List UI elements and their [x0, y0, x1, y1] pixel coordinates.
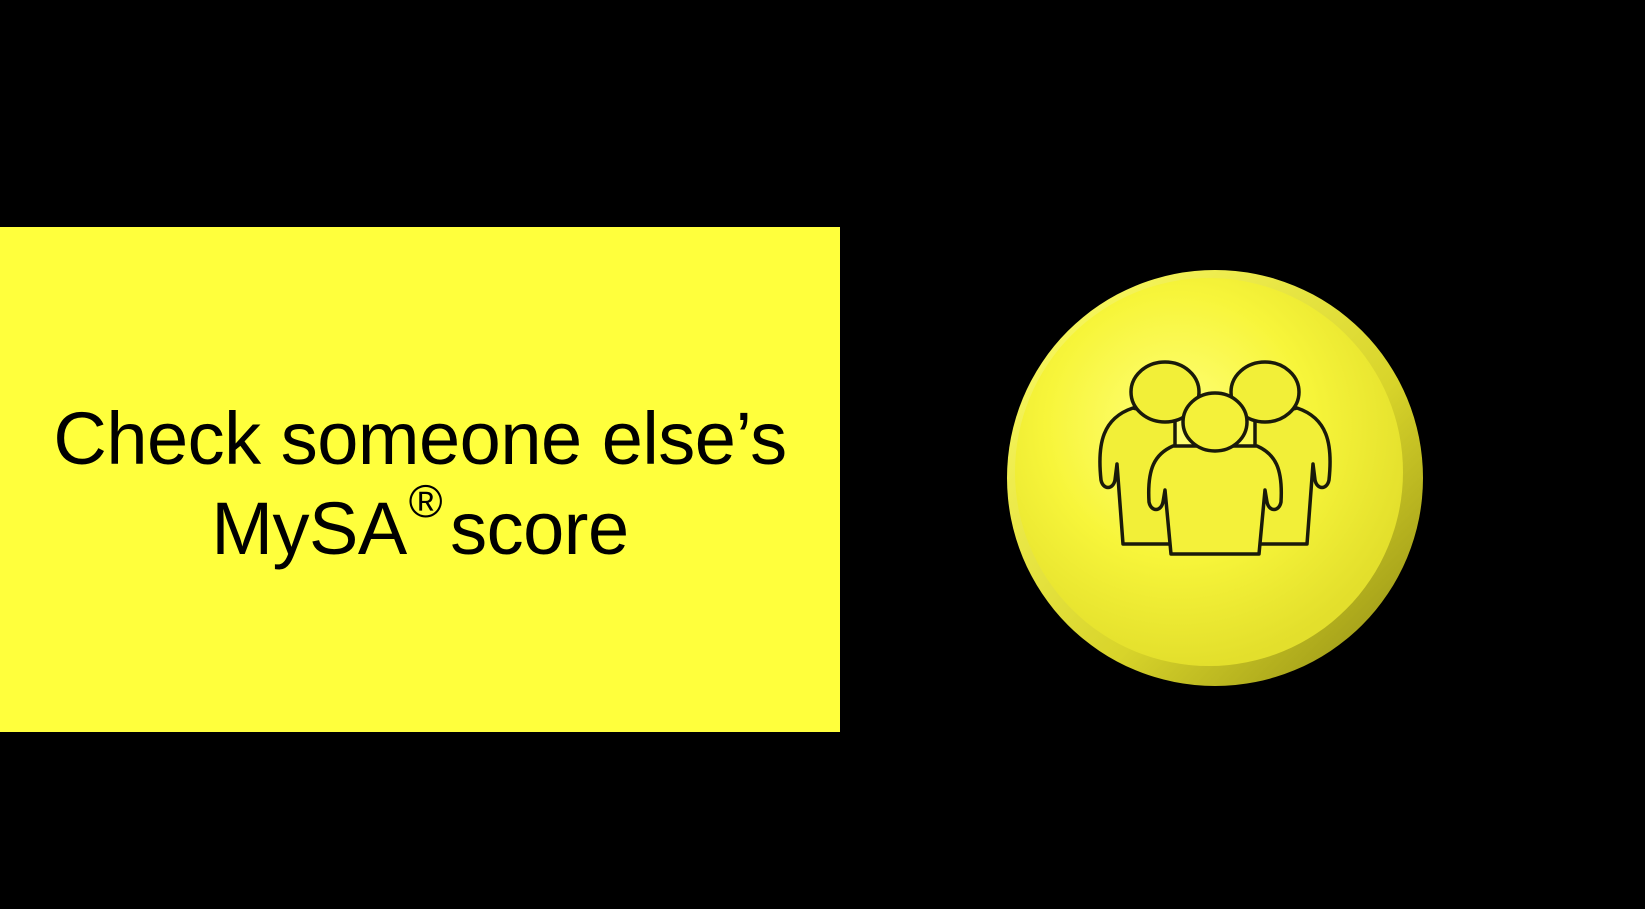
group-of-people-icon: [1007, 270, 1423, 686]
headline-line-2: MySA® score: [53, 478, 786, 574]
headline-score-word: score: [450, 486, 629, 570]
brand-name: MySA: [211, 486, 407, 570]
headline: Check someone else’s MySA® score: [53, 394, 787, 574]
headline-panel: Check someone else’s MySA® score: [0, 227, 840, 732]
registered-mark: ®: [408, 474, 443, 527]
headline-line-1: Check someone else’s: [53, 396, 787, 480]
people-badge: [1005, 268, 1425, 688]
slide: Check someone else’s MySA® score: [0, 0, 1645, 909]
